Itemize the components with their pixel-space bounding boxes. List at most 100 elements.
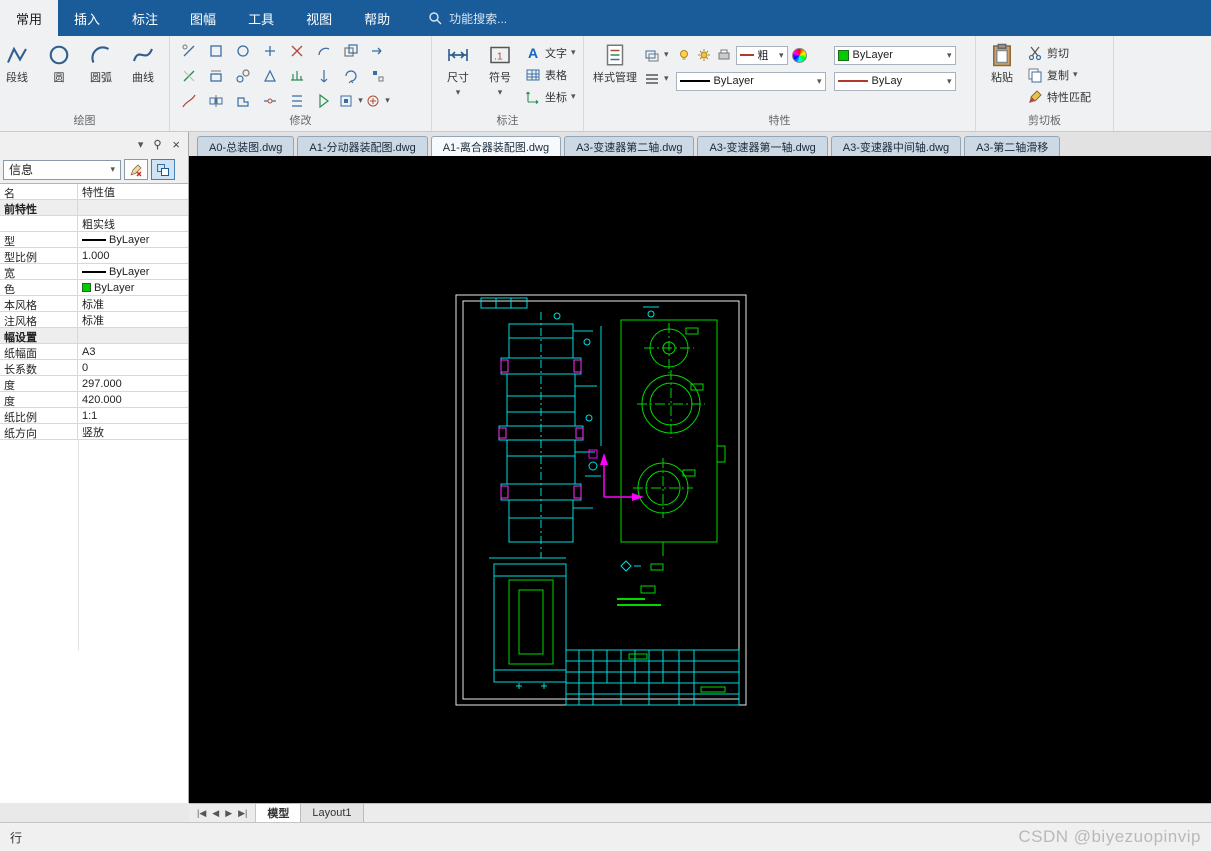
modify-tool-icon[interactable] (316, 68, 332, 84)
coordinate-button[interactable]: 坐标 ▾ (525, 87, 576, 106)
property-row[interactable]: 色 ByLayer (0, 280, 188, 296)
lineweight-select[interactable]: 粗 ▾ (735, 45, 788, 65)
pick-clear-button[interactable] (124, 159, 148, 180)
copy-button[interactable]: 复制 ▾ (1027, 65, 1091, 84)
layout1-tab[interactable]: Layout1 (301, 804, 364, 822)
property-table-header: 名 特性值 (0, 184, 188, 200)
modify-tool-icon[interactable] (208, 93, 224, 109)
cut-button[interactable]: 剪切 (1027, 43, 1091, 62)
property-row[interactable]: 长系数 0 (0, 360, 188, 376)
property-label: 纸比例 (0, 408, 78, 423)
dimension-button[interactable]: 尺寸 ▾ (437, 39, 479, 98)
document-tab[interactable]: A1-分动器装配图.dwg (297, 136, 428, 156)
last-tab-icon[interactable]: ▶| (238, 808, 247, 819)
property-value: 标准 (82, 298, 104, 311)
property-row[interactable]: 粗实线 (0, 216, 188, 232)
modify-tool-icon[interactable] (343, 43, 359, 59)
property-row[interactable]: 本风格 标准 (0, 296, 188, 312)
color-select[interactable]: ByLay ▾ (833, 71, 956, 91)
property-row-section[interactable]: 幅设置 (0, 328, 188, 344)
menu-tab-sheet[interactable]: 图幅 (174, 0, 232, 36)
modify-tool-icon[interactable] (370, 43, 386, 59)
arc-tool-button[interactable]: 圆弧 (80, 39, 122, 85)
pick-add-button[interactable] (151, 159, 175, 180)
modify-tool-icon[interactable] (316, 43, 332, 59)
layer-print-icon[interactable] (716, 47, 732, 63)
color-wheel-icon[interactable] (791, 47, 807, 63)
menu-tab-insert[interactable]: 插入 (58, 0, 116, 36)
symbol-button[interactable]: .1 符号 ▾ (479, 39, 521, 98)
menu-tab-view[interactable]: 视图 (290, 0, 348, 36)
model-tab[interactable]: 模型 (256, 804, 302, 822)
prev-tab-icon[interactable]: ◀ (212, 808, 219, 819)
modify-tool-icon[interactable] (181, 43, 197, 59)
layer-value: ByLayer (852, 49, 893, 61)
next-tab-icon[interactable]: ▶ (225, 808, 232, 819)
property-row[interactable]: 纸幅面 A3 (0, 344, 188, 360)
modify-tool-icon[interactable] (181, 68, 197, 84)
layer-tool-button[interactable]: ▾ (644, 45, 669, 64)
modify-tool-icon[interactable] (289, 43, 305, 59)
document-tab[interactable]: A3-变速器第二轴.dwg (564, 136, 695, 156)
property-row-section[interactable]: 前特性 (0, 200, 188, 216)
style-manager-button[interactable]: 样式管理 (589, 39, 641, 85)
layer-state-button[interactable]: ▾ (644, 69, 669, 88)
property-row[interactable]: 型比例 1.000 (0, 248, 188, 264)
property-value: 0 (82, 361, 89, 374)
curve-tool-button[interactable]: 曲线 (122, 39, 164, 85)
property-row[interactable]: 纸方向 竖放 (0, 424, 188, 440)
modify-tool-icon[interactable] (262, 93, 278, 109)
document-tab[interactable]: A3-变速器第一轴.dwg (697, 136, 828, 156)
modify-tool-icon[interactable] (235, 93, 251, 109)
circle-tool-button[interactable]: 圆 (38, 39, 80, 85)
layer-select[interactable]: ByLayer ▾ (833, 45, 956, 65)
menu-tab-tools[interactable]: 工具 (232, 0, 290, 36)
menu-tab-home[interactable]: 常用 (0, 0, 59, 36)
polyline-tool-button[interactable]: 段线 (0, 39, 38, 85)
property-row[interactable]: 度 297.000 (0, 376, 188, 392)
palette-menu-chevron-icon[interactable]: ▾ (138, 138, 144, 151)
pin-icon[interactable] (152, 139, 163, 150)
function-search[interactable]: 功能搜索... (428, 0, 507, 36)
modify-tool-icon[interactable] (262, 43, 278, 59)
modify-tool-icon[interactable] (208, 68, 224, 84)
document-tab[interactable]: A3-第二轴滑移 (964, 136, 1061, 156)
drawing-canvas[interactable] (189, 156, 1211, 803)
document-tab-active[interactable]: A1-离合器装配图.dwg (430, 136, 562, 156)
document-tab[interactable]: A0-总装图.dwg (197, 136, 295, 156)
modify-tool-icon[interactable] (370, 68, 386, 84)
property-row[interactable]: 纸比例 1:1 (0, 408, 188, 424)
property-row[interactable]: 宽 ByLayer (0, 264, 188, 280)
modify-tool-icon[interactable] (316, 93, 332, 109)
menu-tab-dimension[interactable]: 标注 (116, 0, 174, 36)
modify-tool-icon[interactable] (289, 68, 305, 84)
document-tab[interactable]: A3-变速器中间轴.dwg (830, 136, 962, 156)
modify-tool-icon[interactable] (235, 43, 251, 59)
property-row[interactable]: 注风格 标准 (0, 312, 188, 328)
modify-tool-icon[interactable] (289, 93, 305, 109)
table-button[interactable]: 表格 (525, 65, 576, 84)
menu-tab-help[interactable]: 帮助 (348, 0, 406, 36)
property-row[interactable]: 度 420.000 (0, 392, 188, 408)
linetype-select[interactable]: ByLayer ▾ (675, 71, 826, 91)
paste-button[interactable]: 粘贴 (981, 39, 1023, 85)
property-row[interactable]: 型 ByLayer (0, 232, 188, 248)
modify-tool-icon[interactable] (181, 93, 197, 109)
layer-on-icon[interactable] (676, 47, 692, 63)
modify-tool-icon[interactable]: ▾ (365, 91, 390, 110)
command-line-text[interactable]: 行 (10, 829, 22, 846)
layer-freeze-icon[interactable] (696, 47, 712, 63)
property-label: 本风格 (0, 296, 78, 311)
scissors-icon (1028, 46, 1042, 60)
info-select[interactable]: 信息 ▾ (3, 159, 121, 180)
close-icon[interactable]: × (172, 137, 180, 152)
modify-tool-icon[interactable] (262, 68, 278, 84)
modify-tool-icon[interactable] (208, 43, 224, 59)
first-tab-icon[interactable]: |◀ (197, 808, 206, 819)
modify-tool-icon[interactable] (343, 68, 359, 84)
text-button[interactable]: A 文字 ▾ (525, 43, 576, 62)
property-label: 前特性 (0, 200, 78, 215)
modify-tool-icon[interactable] (235, 68, 251, 84)
modify-tool-icon[interactable]: ▾ (338, 91, 363, 110)
match-properties-button[interactable]: 特性匹配 (1027, 87, 1091, 106)
